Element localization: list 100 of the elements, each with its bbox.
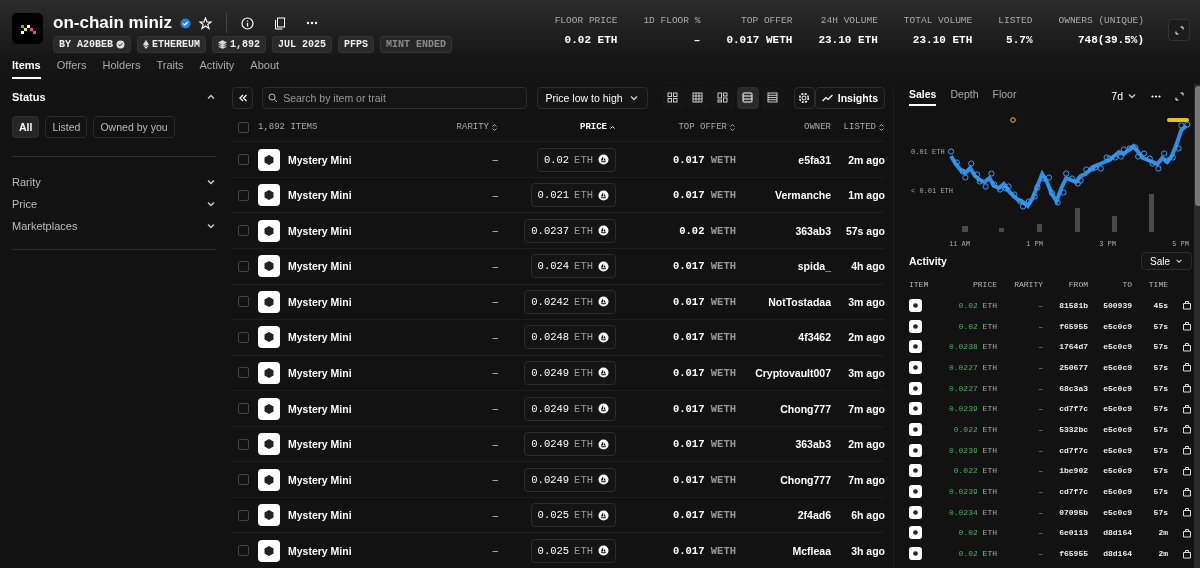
collection-tag[interactable]: PFPS (338, 36, 375, 53)
search-field[interactable]: Search by item or trait (262, 86, 527, 109)
price-button[interactable]: 0.0237 ETH (524, 218, 616, 243)
nav-tab[interactable]: Items (12, 56, 41, 79)
from-address[interactable]: f65955 (1043, 549, 1088, 559)
to-address[interactable]: e5c0c9 (1088, 342, 1132, 352)
view-toggle[interactable] (736, 86, 759, 109)
status-chip[interactable]: Listed (45, 116, 88, 138)
to-address[interactable]: e5c0c9 (1088, 445, 1132, 455)
chart-tab[interactable]: Sales (909, 86, 937, 106)
insights-button[interactable]: Insights (814, 86, 885, 109)
from-address[interactable]: cd7f7c (1043, 445, 1088, 455)
settings-button[interactable] (793, 86, 815, 109)
from-address[interactable]: f65955 (1043, 321, 1088, 331)
price-button[interactable]: 0.024 ETH (530, 254, 616, 279)
owner-link[interactable]: Cryptovault007 (736, 366, 831, 379)
from-address[interactable]: cd7f7c (1043, 487, 1088, 497)
price-button[interactable]: 0.0249 ETH (524, 360, 616, 385)
collection-tag[interactable]: 1,892 (212, 36, 267, 53)
from-address[interactable]: 250677 (1043, 362, 1088, 372)
nav-tab[interactable]: About (250, 56, 280, 79)
more-icon[interactable] (306, 21, 318, 25)
to-address[interactable]: e5c0c9 (1088, 424, 1132, 434)
filter-section[interactable]: Rarity (12, 171, 216, 193)
to-address[interactable]: e5c0c9 (1088, 466, 1132, 476)
row-checkbox[interactable] (238, 225, 249, 237)
expand-icon[interactable] (1175, 91, 1184, 101)
to-address[interactable]: e5c0c9 (1088, 362, 1132, 372)
from-address[interactable]: 81581b (1043, 300, 1088, 310)
price-button[interactable]: 0.025 ETH (530, 538, 616, 563)
to-address[interactable]: d8d164 (1088, 549, 1132, 559)
row-checkbox[interactable] (238, 545, 249, 557)
collection-tag[interactable]: ETHEREUM (137, 36, 207, 53)
owner-link[interactable]: Chong777 (736, 473, 831, 486)
row-checkbox[interactable] (238, 474, 249, 486)
row-checkbox[interactable] (238, 438, 249, 450)
price-button[interactable]: 0.021 ETH (530, 183, 616, 208)
to-address[interactable]: e5c0c9 (1088, 507, 1132, 517)
collection-tag[interactable]: JUL 2025 (272, 36, 333, 53)
column-header[interactable]: RARITY (428, 122, 498, 133)
to-address[interactable]: e5c0c9 (1088, 404, 1132, 414)
nav-tab[interactable]: Activity (199, 56, 235, 79)
to-address[interactable]: e5c0c9 (1088, 321, 1132, 331)
sort-dropdown[interactable]: Price low to high (536, 86, 648, 109)
from-address[interactable]: 5332bc (1043, 424, 1088, 434)
row-checkbox[interactable] (238, 189, 249, 201)
nav-tab[interactable]: Holders (102, 56, 141, 79)
collapse-sidebar-button[interactable] (232, 86, 254, 109)
owner-link[interactable]: Vermanche (736, 189, 831, 202)
select-all-checkbox[interactable] (238, 121, 249, 133)
nav-tab[interactable]: Traits (156, 56, 184, 79)
row-checkbox[interactable] (238, 154, 249, 166)
info-icon[interactable] (241, 16, 254, 30)
from-address[interactable]: 07095b (1043, 507, 1088, 517)
range-dropdown[interactable]: 7d (1111, 90, 1137, 102)
owner-link[interactable]: 363ab3 (736, 438, 831, 451)
chart-tab[interactable]: Depth (950, 86, 979, 106)
owner-link[interactable]: Mcfleaa (736, 544, 831, 557)
owner-link[interactable]: e5fa31 (736, 153, 831, 166)
collection-tag[interactable]: BY A20BEB (53, 36, 131, 53)
to-address[interactable]: 500939 (1088, 300, 1132, 310)
owner-link[interactable]: 4f3462 (736, 331, 831, 344)
filter-section[interactable]: Price (12, 193, 216, 215)
chart-tab[interactable]: Floor (992, 86, 1017, 106)
price-button[interactable]: 0.0248 ETH (524, 325, 616, 350)
to-address[interactable]: e5c0c9 (1088, 383, 1132, 393)
column-header[interactable]: PRICE (498, 122, 616, 133)
more-icon[interactable] (1151, 94, 1161, 98)
price-button[interactable]: 0.0249 ETH (524, 467, 616, 492)
owner-link[interactable]: Chong777 (736, 402, 831, 415)
row-checkbox[interactable] (238, 296, 249, 308)
column-header[interactable]: LISTED (831, 122, 885, 133)
owner-link[interactable]: spida_ (736, 260, 831, 273)
from-address[interactable]: 6e0113 (1043, 528, 1088, 538)
owner-link[interactable]: NotTostadaa (736, 295, 831, 308)
expand-button[interactable] (1168, 19, 1190, 41)
column-header[interactable]: TOP OFFER (616, 122, 736, 133)
event-filter-dropdown[interactable]: Sale (1141, 252, 1192, 270)
to-address[interactable]: e5c0c9 (1088, 487, 1132, 497)
price-button[interactable]: 0.0249 ETH (524, 396, 616, 421)
status-chip[interactable]: Owned by you (93, 116, 175, 138)
from-address[interactable]: 1be902 (1043, 466, 1088, 476)
nav-tab[interactable]: Offers (56, 56, 87, 79)
price-button[interactable]: 0.02 ETH (536, 147, 616, 172)
price-button[interactable]: 0.025 ETH (530, 503, 616, 528)
row-checkbox[interactable] (238, 509, 249, 521)
price-button[interactable]: 0.0242 ETH (524, 289, 616, 314)
status-chip[interactable]: All (12, 116, 40, 138)
from-address[interactable]: 1764d7 (1043, 342, 1088, 352)
filter-section[interactable]: Marketplaces (12, 215, 216, 237)
star-icon[interactable] (199, 16, 212, 30)
from-address[interactable]: 68c3a3 (1043, 383, 1088, 393)
row-checkbox[interactable] (238, 403, 249, 414)
price-button[interactable]: 0.0249 ETH (524, 432, 616, 457)
owner-link[interactable]: 363ab3 (736, 224, 831, 237)
row-checkbox[interactable] (238, 260, 249, 272)
from-address[interactable]: cd7f7c (1043, 404, 1088, 414)
copy-icon[interactable] (274, 16, 286, 30)
owner-link[interactable]: 2f4ad6 (736, 509, 831, 522)
row-checkbox[interactable] (238, 367, 249, 379)
